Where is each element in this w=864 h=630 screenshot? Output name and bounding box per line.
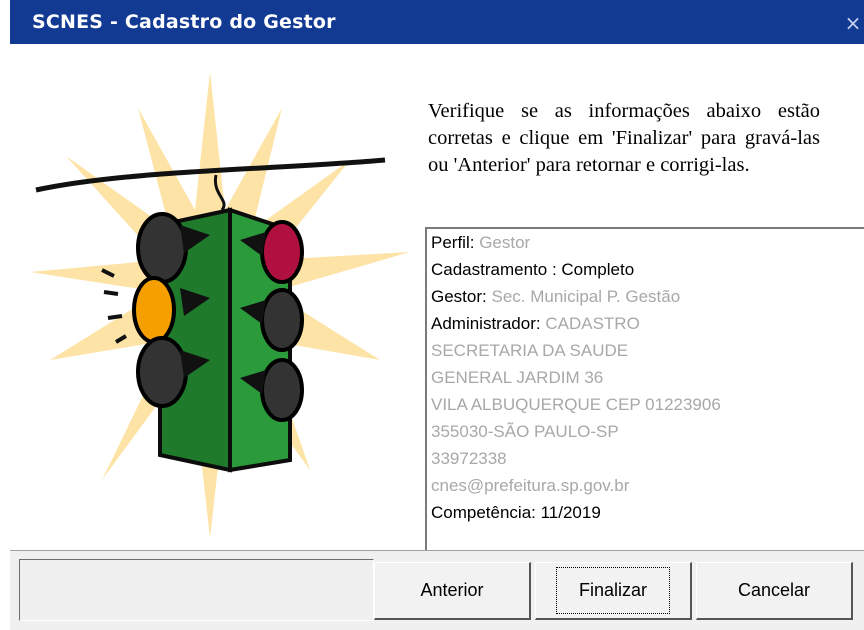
- status-panel: [19, 559, 374, 621]
- perfil-value: Gestor: [479, 233, 531, 252]
- email-line: cnes@prefeitura.sp.gov.br: [431, 476, 630, 495]
- administrador-value: CADASTRO: [545, 314, 640, 333]
- finalizar-button[interactable]: Finalizar: [535, 562, 692, 620]
- finalizar-label: Finalizar: [555, 567, 671, 614]
- perfil-line: Perfil: Gestor: [431, 233, 531, 252]
- endereco-line: GENERAL JARDIM 36: [431, 368, 604, 387]
- traffic-light-icon: [30, 72, 410, 538]
- secretaria-line: SECRETARIA DA SAUDE: [431, 341, 629, 360]
- button-bar: Anterior Finalizar Cancelar: [10, 550, 864, 630]
- administrador-line: Administrador: CADASTRO: [431, 314, 640, 333]
- instructions-text: Verifique se as informações abaixo estão…: [428, 100, 820, 176]
- cadastramento-line: Cadastramento : Completo: [431, 260, 635, 279]
- dialog-window: SCNES - Cadastro do Gestor × Verifique s…: [0, 0, 864, 630]
- title-bar[interactable]: SCNES - Cadastro do Gestor ×: [10, 0, 864, 44]
- municipio-line: 355030-SÃO PAULO-SP: [431, 422, 619, 441]
- competencia-line: Competência: 11/2019: [431, 503, 601, 522]
- telefone-line: 33972338: [431, 449, 507, 468]
- red-lamp: [260, 220, 304, 284]
- info-panel: Perfil: Gestor Cadastramento : Completo …: [425, 227, 864, 550]
- close-icon[interactable]: ×: [842, 10, 864, 36]
- window-title: SCNES - Cadastro do Gestor: [32, 11, 336, 33]
- anterior-button[interactable]: Anterior: [374, 562, 531, 620]
- anterior-label: Anterior: [420, 580, 484, 600]
- cancelar-button[interactable]: Cancelar: [696, 562, 853, 620]
- amber-lamp: [132, 276, 176, 344]
- gestor-value: Sec. Municipal P. Gestão: [491, 287, 681, 306]
- cancelar-label: Cancelar: [737, 580, 811, 600]
- bairro-cep-line: VILA ALBUQUERQUE CEP 01223906: [431, 395, 721, 414]
- gestor-line: Gestor: Sec. Municipal P. Gestão: [431, 287, 681, 306]
